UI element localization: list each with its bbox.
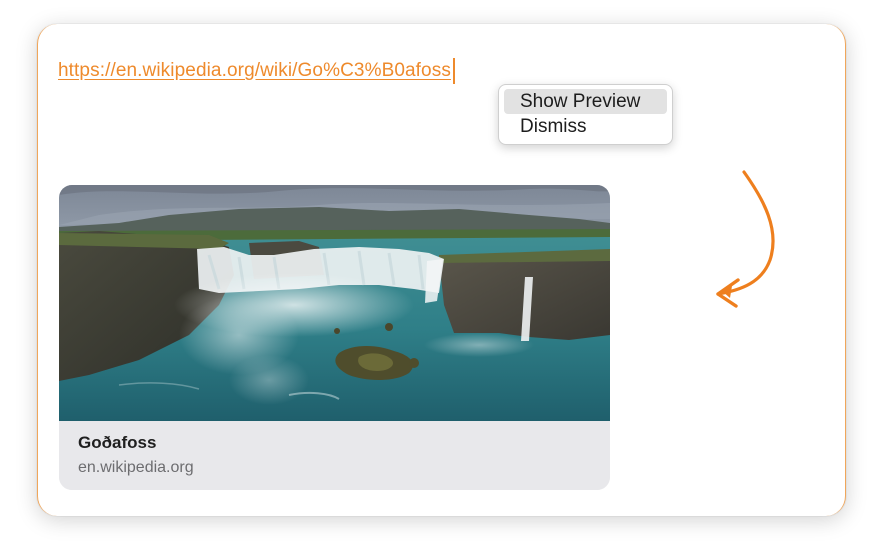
url-line: https://en.wikipedia.org/wiki/Go%C3%B0af…: [58, 58, 455, 84]
editor-window: https://en.wikipedia.org/wiki/Go%C3%B0af…: [37, 24, 846, 516]
text-caret: [452, 58, 455, 84]
preview-title: Goðafoss: [78, 433, 157, 452]
stage: https://en.wikipedia.org/wiki/Go%C3%B0af…: [0, 0, 874, 548]
link-context-menu: Show Preview Dismiss: [498, 84, 673, 145]
url-link[interactable]: https://en.wikipedia.org/wiki/Go%C3%B0af…: [58, 60, 451, 82]
menu-item-show-preview[interactable]: Show Preview: [504, 89, 667, 114]
preview-domain: en.wikipedia.org: [78, 459, 194, 476]
preview-info: Goðafoss en.wikipedia.org: [59, 421, 610, 490]
link-preview-card[interactable]: Goðafoss en.wikipedia.org: [59, 185, 610, 490]
hand-drawn-curved-arrow-icon: [716, 170, 775, 308]
menu-item-dismiss[interactable]: Dismiss: [504, 114, 667, 139]
waterfall-image: [59, 185, 610, 421]
